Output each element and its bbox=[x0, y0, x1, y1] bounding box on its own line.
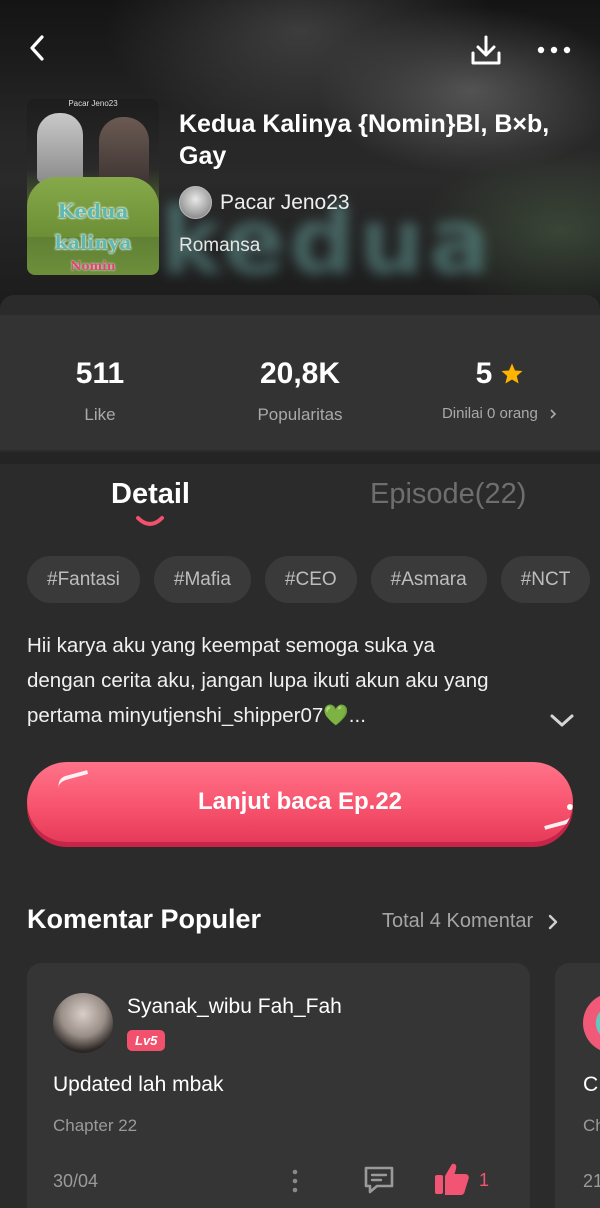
comment-date: 21 bbox=[583, 1171, 600, 1191]
comment-like-count: 1 bbox=[479, 1170, 490, 1190]
back-button[interactable] bbox=[20, 30, 56, 66]
likes-value: 511 bbox=[75, 357, 125, 390]
comment-date: 30/04 bbox=[53, 1171, 99, 1191]
popularity-value: 20,8K bbox=[259, 357, 341, 390]
comment-card[interactable]: Syanak_wibu Fah_Fah Lv5 Updated lah mbak… bbox=[27, 963, 530, 1208]
total-comments-link[interactable]: Total 4 Komentar bbox=[382, 910, 559, 933]
rating-count-text: Dinilai 0 orang bbox=[441, 405, 538, 422]
popularity-label: Popularitas bbox=[257, 405, 343, 424]
comment-card[interactable]: C Ch 21 bbox=[555, 963, 600, 1208]
stat-popularity: 20,8K Popularitas bbox=[200, 315, 400, 425]
more-options-button[interactable] bbox=[532, 30, 576, 70]
comment-chapter: Chapter 22 bbox=[53, 1116, 138, 1135]
comment-chapter: Ch bbox=[583, 1116, 600, 1135]
total-comments-label: Total 4 Komentar bbox=[382, 910, 534, 932]
download-icon bbox=[471, 35, 501, 65]
genre-label[interactable]: Romansa bbox=[179, 235, 260, 257]
continue-reading-button[interactable]: Lanjut baca Ep.22 bbox=[27, 762, 573, 842]
book-cover: Pacar Jeno23 Kedua kalinya Nomin bbox=[27, 99, 159, 275]
author-name: Pacar Jeno23 bbox=[220, 190, 350, 214]
synopsis-text: Hii karya aku yang keempat semoga suka y… bbox=[27, 628, 557, 733]
section-divider bbox=[0, 452, 600, 464]
synopsis-line: Hii karya aku yang keempat semoga suka y… bbox=[27, 634, 435, 657]
tag-chip[interactable]: #NCT bbox=[500, 556, 591, 603]
back-arrow-icon bbox=[30, 35, 44, 61]
commenter-avatar[interactable] bbox=[53, 993, 113, 1053]
commenter-avatar[interactable] bbox=[583, 993, 600, 1053]
thumbs-up-icon[interactable] bbox=[433, 1161, 471, 1197]
chevron-right-icon bbox=[549, 914, 558, 929]
chevron-right-icon bbox=[550, 409, 557, 419]
tab-detail[interactable]: Detail bbox=[111, 478, 190, 511]
expand-synopsis-icon[interactable] bbox=[548, 708, 576, 732]
button-shine bbox=[56, 770, 90, 788]
tag-chip[interactable]: #Mafia bbox=[153, 556, 251, 603]
popular-comments-title: Komentar Populer bbox=[27, 904, 262, 934]
more-dots-icon bbox=[537, 46, 571, 54]
book-title: Kedua Kalinya {Nomin}Bl, B×b, Gay bbox=[179, 110, 550, 170]
download-button[interactable] bbox=[466, 30, 506, 70]
cover-title: Kedua bbox=[57, 199, 129, 223]
continue-reading-label: Lanjut baca Ep.22 bbox=[197, 788, 403, 815]
synopsis-line: pertama minyutjenshi_shipper07💚... bbox=[27, 704, 366, 727]
reply-icon[interactable] bbox=[361, 1163, 397, 1197]
likes-label: Like bbox=[84, 405, 116, 424]
rating-count-label: Dinilai 0 orang bbox=[400, 405, 600, 422]
rating-value: 5 bbox=[475, 357, 493, 390]
comment-text: Updated lah mbak bbox=[53, 1073, 224, 1096]
cover-subtitle: Nomin bbox=[70, 259, 116, 273]
cover-figure bbox=[37, 113, 83, 183]
button-shine bbox=[567, 804, 573, 810]
star-icon bbox=[501, 363, 523, 384]
more-vertical-icon[interactable] bbox=[285, 1167, 305, 1195]
tag-chip[interactable]: #Fantasi bbox=[27, 556, 140, 603]
synopsis-line: dengan cerita aku, jangan lupa ikuti aku… bbox=[27, 669, 489, 692]
cover-title: kalinya bbox=[54, 232, 132, 254]
tab-active-indicator bbox=[136, 516, 164, 526]
rating-value-row: 5 bbox=[400, 355, 600, 393]
comment-text: C bbox=[583, 1073, 599, 1096]
tag-chip[interactable]: #Asmara bbox=[370, 556, 487, 603]
user-level-badge: Lv5 bbox=[127, 1030, 166, 1051]
author-avatar bbox=[179, 186, 212, 219]
author-link[interactable]: Pacar Jeno23 bbox=[179, 186, 350, 219]
cover-author-label: Pacar Jeno23 bbox=[68, 99, 118, 108]
tag-list: #Fantasi #Mafia #CEO #Asmara #NCT bbox=[27, 556, 591, 603]
stats-panel: 511 Like 20,8K Popularitas 5 Dinilai 0 o… bbox=[0, 315, 600, 450]
commenter-name[interactable]: Syanak_wibu Fah_Fah bbox=[127, 995, 342, 1019]
tab-episode[interactable]: Episode(22) bbox=[370, 478, 526, 511]
tag-chip[interactable]: #CEO bbox=[264, 556, 357, 603]
stat-likes: 511 Like bbox=[0, 315, 200, 425]
stat-rating[interactable]: 5 Dinilai 0 orang bbox=[400, 315, 600, 422]
